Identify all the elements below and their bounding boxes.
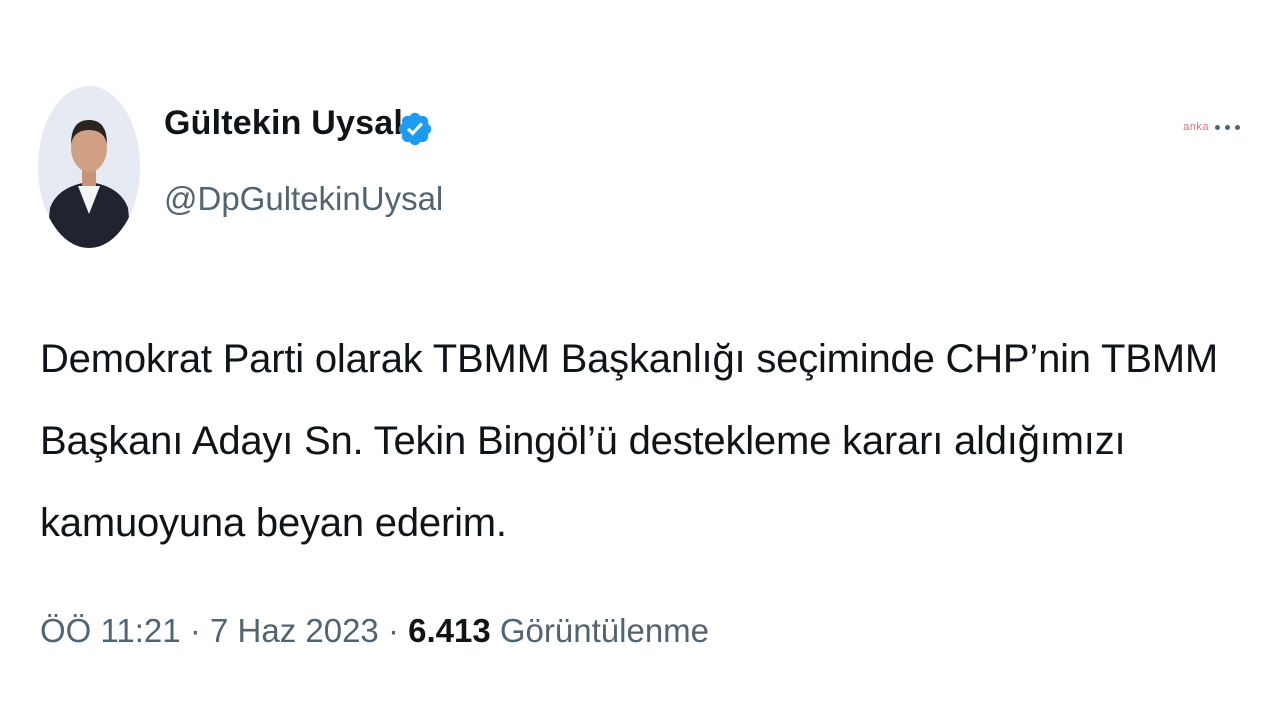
tweet-card: Gültekin Uysal @DpGultekinUysal anka Dem… (0, 0, 1280, 720)
views-count[interactable]: 6.413 (408, 612, 491, 649)
tweet-time[interactable]: ÖÖ 11:21 (40, 612, 181, 649)
person-photo-icon (38, 86, 140, 248)
tweet-text: Demokrat Parti olarak TBMM Başkanlığı se… (40, 318, 1220, 564)
verified-badge-icon (398, 112, 432, 146)
views-label: Görüntülenme (499, 612, 710, 649)
meta-separator: · (189, 612, 201, 649)
more-horizontal-icon (1215, 124, 1240, 130)
tweet-text-line: Demokrat Parti olarak TBMM Başkanlığı se… (40, 337, 1219, 381)
tweet-meta: ÖÖ 11:21 · 7 Haz 2023 · 6.413 Görüntülen… (40, 612, 709, 650)
tweet-date[interactable]: 7 Haz 2023 (210, 612, 379, 649)
tweet-text-line: kamuoyuna beyan ederim. (40, 501, 507, 545)
author-handle[interactable]: @DpGultekinUysal (164, 180, 443, 218)
author-name[interactable]: Gültekin Uysal (164, 104, 403, 143)
tweet-text-line: Başkanı Adayı Sn. Tekin Bingöl’ü destekl… (40, 419, 1126, 463)
author-avatar[interactable] (38, 86, 140, 248)
more-options-button[interactable]: anka (1183, 114, 1240, 140)
meta-separator: · (387, 612, 399, 649)
watermark-logo: anka (1183, 121, 1209, 133)
